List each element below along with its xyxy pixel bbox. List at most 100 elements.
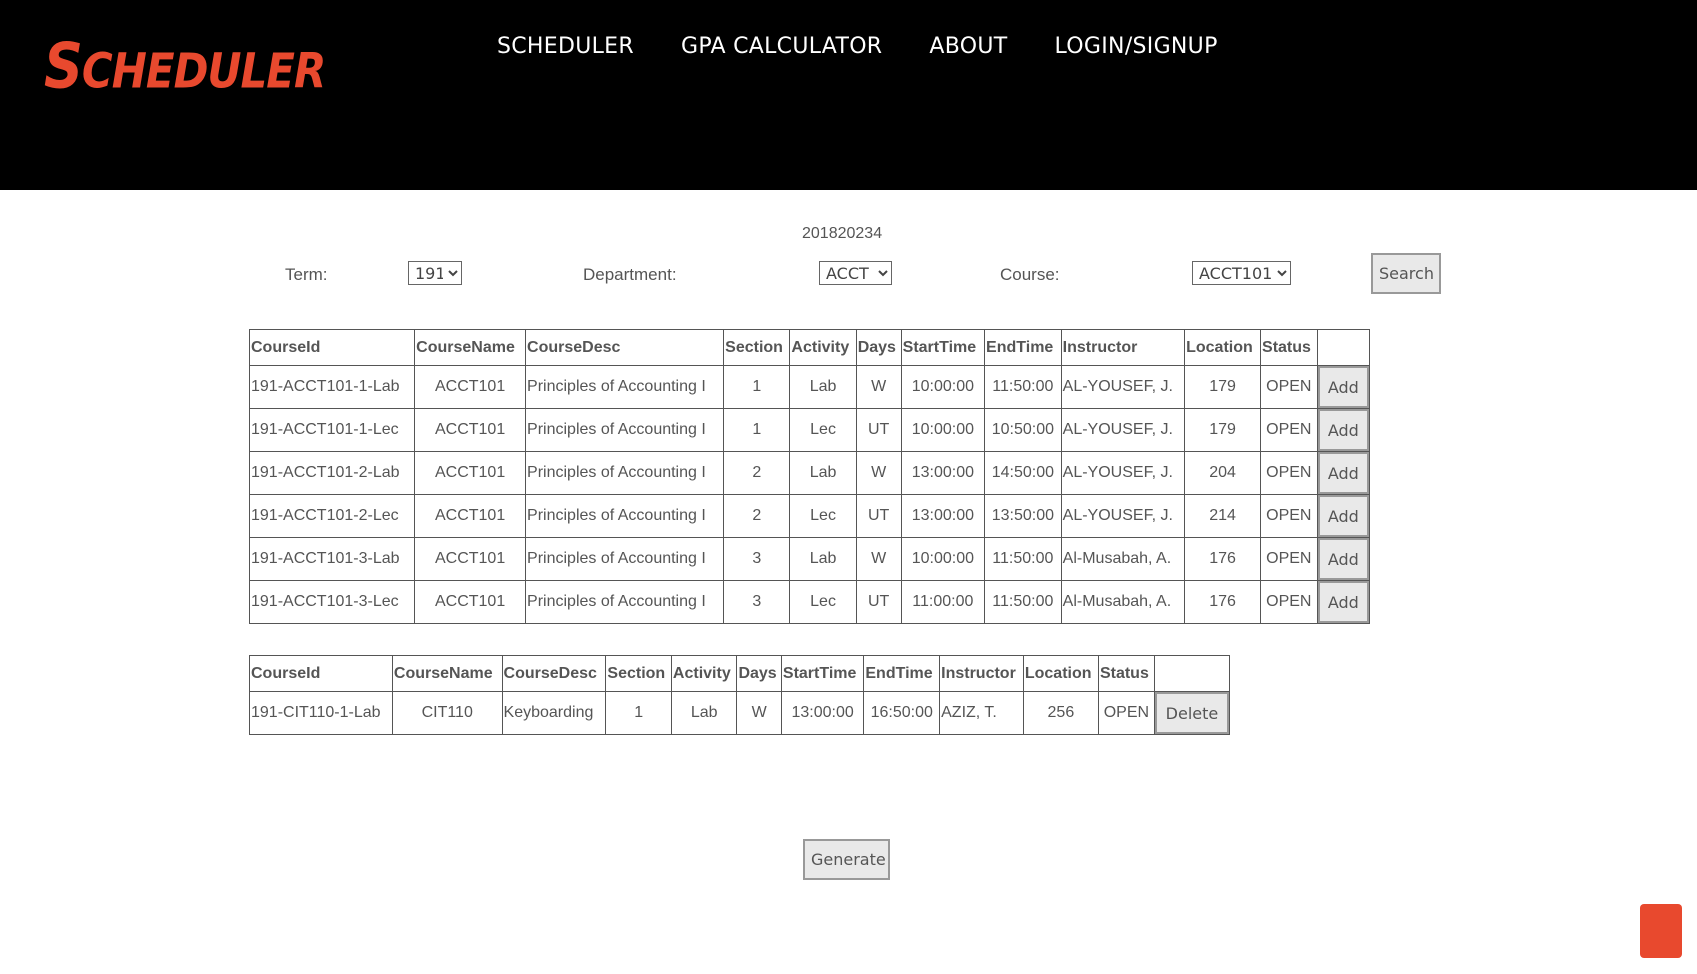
column-header-starttime: StartTime	[780, 655, 865, 692]
cell-location: 179	[1184, 365, 1262, 409]
table-row: 191-ACCT101-1-Lec ACCT101 Principles of Ac…	[248, 408, 1371, 452]
cell-section: 1	[605, 691, 672, 735]
cell-location: 214	[1184, 494, 1262, 538]
cell-days: UT	[855, 494, 902, 538]
cell-days: W	[736, 691, 782, 735]
table-header-row: CourseId CourseName CourseDesc Section A…	[248, 329, 1371, 366]
cell-name: ACCT101	[414, 580, 527, 624]
column-header-endtime: EndTime	[984, 329, 1062, 366]
cell-action: Delete	[1153, 691, 1231, 735]
table-row: 191-ACCT101-1-Lab ACCT101 Principles of Ac…	[248, 365, 1371, 409]
column-header-instructor: Instructor	[939, 655, 1024, 692]
add-button[interactable]: Add	[1317, 538, 1369, 580]
add-button[interactable]: Add	[1317, 409, 1369, 451]
cell-desc: Keyboarding	[501, 691, 607, 735]
column-header-coursedesc: CourseDesc	[501, 655, 607, 692]
nav-gpa-calculator[interactable]: GPA CALCULATOR	[681, 34, 882, 59]
cell-activity: Lec	[789, 580, 857, 624]
cell-start: 13:00:00	[900, 451, 986, 495]
cell-id: 191-ACCT101-3-Lec	[248, 580, 416, 624]
add-button[interactable]: Add	[1317, 495, 1369, 537]
main-nav: SCHEDULER GPA CALCULATOR ABOUT LOGIN/SIG…	[497, 34, 1265, 59]
cell-status: OPEN	[1097, 691, 1155, 735]
column-header-endtime: EndTime	[863, 655, 941, 692]
cell-instructor: AL-YOUSEF, J.	[1060, 451, 1186, 495]
cell-id: 191-ACCT101-2-Lec	[248, 494, 416, 538]
cell-activity: Lab	[670, 691, 738, 735]
table-row: 191-ACCT101-3-Lec ACCT101 Principles of Ac…	[248, 580, 1371, 624]
table-header-row: CourseId CourseName CourseDesc Section A…	[249, 655, 1231, 692]
column-header-coursename: CourseName	[414, 329, 527, 366]
cell-start: 11:00:00	[900, 580, 986, 624]
cell-desc: Principles of Accounting I	[525, 580, 725, 624]
column-header-location: Location	[1184, 329, 1262, 366]
scheduler-logo[interactable]: SCHEDULER	[44, 30, 326, 102]
cell-section: 3	[723, 537, 791, 581]
cell-activity: Lec	[789, 408, 857, 452]
add-button[interactable]: Add	[1317, 452, 1369, 494]
cell-action: Add	[1316, 580, 1371, 624]
student-id: 201820234	[802, 225, 883, 242]
cell-action: Add	[1316, 537, 1371, 581]
column-header-courseid: CourseId	[248, 329, 416, 366]
course-select[interactable]: ACCT101	[1192, 261, 1291, 285]
term-select[interactable]: 191	[408, 261, 462, 285]
cell-name: CIT110	[391, 691, 503, 735]
cell-days: W	[855, 365, 902, 409]
cell-action: Add	[1316, 494, 1371, 538]
column-header-activity: Activity	[789, 329, 857, 366]
column-header-days: Days	[855, 329, 902, 366]
cell-status: OPEN	[1260, 580, 1318, 624]
cell-days: UT	[855, 408, 902, 452]
cell-days: UT	[855, 580, 902, 624]
column-header-starttime: StartTime	[900, 329, 986, 366]
cell-section: 3	[723, 580, 791, 624]
cell-location: 204	[1184, 451, 1262, 495]
cell-location: 176	[1184, 580, 1262, 624]
table-row: 191-ACCT101-2-Lec ACCT101 Principles of Ac…	[248, 494, 1371, 538]
table-row: 191-ACCT101-3-Lab ACCT101 Principles of Ac…	[248, 537, 1371, 581]
generate-button[interactable]: Generate	[803, 839, 890, 880]
cell-start: 13:00:00	[900, 494, 986, 538]
cell-instructor: AZIZ, T.	[939, 691, 1024, 735]
cell-id: 191-CIT110-1-Lab	[249, 691, 393, 735]
cell-desc: Principles of Accounting I	[525, 494, 725, 538]
column-header-section: Section	[605, 655, 672, 692]
nav-scheduler[interactable]: SCHEDULER	[497, 34, 634, 59]
cell-days: W	[855, 537, 902, 581]
cell-desc: Principles of Accounting I	[525, 451, 725, 495]
cell-end: 11:50:00	[984, 580, 1062, 624]
cell-start: 10:00:00	[900, 408, 986, 452]
cell-start: 10:00:00	[900, 537, 986, 581]
cell-start: 10:00:00	[900, 365, 986, 409]
cell-instructor: AL-YOUSEF, J.	[1060, 494, 1186, 538]
cell-instructor: Al-Musabah, A.	[1060, 537, 1186, 581]
search-button[interactable]: Search	[1371, 253, 1441, 294]
nav-login-signup[interactable]: LOGIN/SIGNUP	[1055, 34, 1218, 59]
department-label: Department:	[583, 265, 677, 284]
cell-name: ACCT101	[414, 451, 527, 495]
cell-location: 179	[1184, 408, 1262, 452]
cell-section: 2	[723, 451, 791, 495]
cell-id: 191-ACCT101-1-Lec	[248, 408, 416, 452]
cell-end: 14:50:00	[984, 451, 1062, 495]
nav-about[interactable]: ABOUT	[929, 34, 1007, 59]
cell-end: 11:50:00	[984, 537, 1062, 581]
cell-activity: Lec	[789, 494, 857, 538]
selected-rows: 191-CIT110-1-Lab CIT110 Keyboarding 1 Lab W 13…	[249, 691, 1231, 735]
cell-action: Add	[1316, 408, 1371, 452]
cell-end: 13:50:00	[984, 494, 1062, 538]
cell-status: OPEN	[1260, 408, 1318, 452]
add-button[interactable]: Add	[1317, 581, 1369, 623]
column-header-activity: Activity	[670, 655, 738, 692]
cell-section: 2	[723, 494, 791, 538]
cell-section: 1	[723, 408, 791, 452]
column-header-action	[1153, 655, 1231, 692]
scroll-to-top-button[interactable]	[1640, 904, 1682, 958]
department-select[interactable]: ACCT	[819, 261, 892, 285]
cell-desc: Principles of Accounting I	[525, 408, 725, 452]
delete-button[interactable]: Delete	[1154, 692, 1229, 734]
cell-instructor: AL-YOUSEF, J.	[1060, 365, 1186, 409]
add-button[interactable]: Add	[1317, 366, 1369, 408]
column-header-location: Location	[1022, 655, 1099, 692]
